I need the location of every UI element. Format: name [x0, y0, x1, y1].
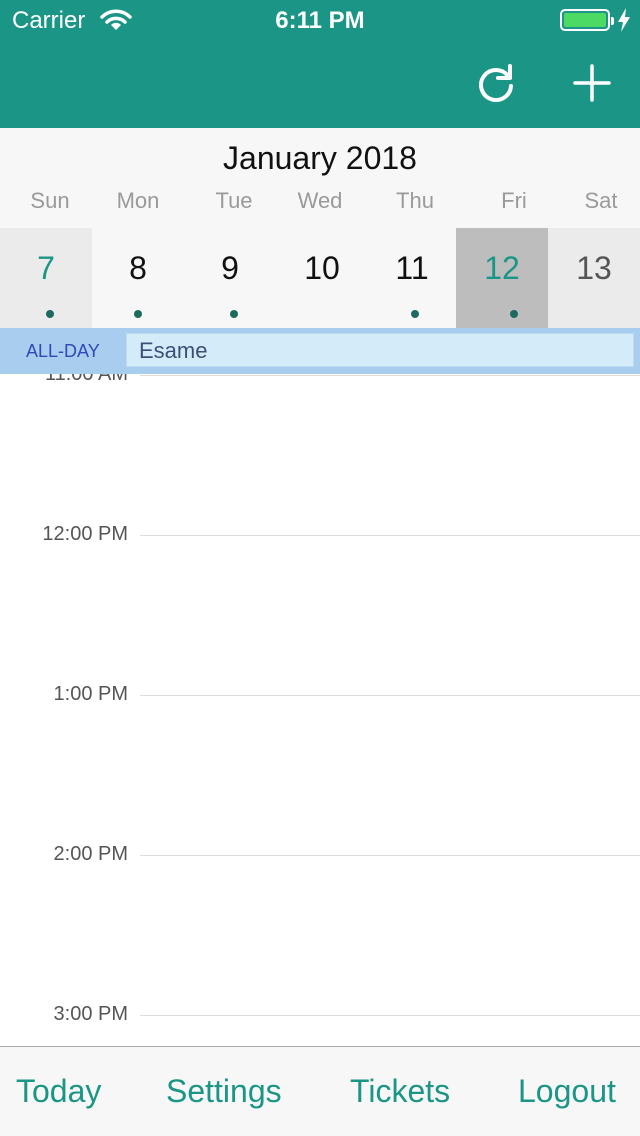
hour-divider — [140, 375, 640, 376]
month-title: January 2018 — [223, 140, 417, 176]
weekday-wed: Wed — [297, 188, 343, 213]
day-cell[interactable]: 12 — [456, 228, 548, 328]
event-dot-indicator — [230, 310, 238, 318]
day-number: 11 — [395, 250, 429, 286]
hour-label: 2:00 PM — [53, 843, 128, 865]
event-dot-indicator — [46, 310, 54, 318]
day-number: 12 — [484, 250, 520, 286]
day-number: 9 — [221, 250, 239, 286]
hour-label: 3:00 PM — [53, 1003, 128, 1025]
hour-divider — [140, 535, 640, 536]
day-number: 8 — [129, 250, 147, 286]
weekday-header: Sun Mon Tue Wed Thu Fri Sat — [0, 188, 640, 220]
day-number: 7 — [37, 250, 55, 286]
all-day-event[interactable]: Esame — [126, 333, 634, 367]
day-timeline[interactable]: 11:00 AM 12:00 PM 1:00 PM 2:00 PM 3:00 PM — [0, 374, 640, 1046]
day-row: 7 8 9 10 11 12 13 — [0, 228, 640, 328]
event-dot-indicator — [510, 310, 518, 318]
hour-divider — [140, 1015, 640, 1016]
event-dot-indicator — [411, 310, 419, 318]
tab-settings[interactable]: Settings — [166, 1073, 282, 1110]
charging-bolt-icon — [617, 8, 631, 37]
refresh-icon — [479, 64, 513, 103]
day-cell[interactable]: 10 — [276, 228, 368, 328]
weekday-mon: Mon — [116, 188, 160, 213]
status-time: 6:11 PM — [275, 7, 365, 34]
day-number: 13 — [576, 250, 612, 286]
status-bar: Carrier 6:11 PM — [0, 0, 640, 40]
day-cell[interactable]: 9 — [184, 228, 276, 328]
add-event-button[interactable] — [566, 58, 618, 110]
all-day-bar: ALL-DAY Esame — [0, 328, 640, 374]
hour-divider — [140, 695, 640, 696]
tab-today[interactable]: Today — [16, 1073, 101, 1110]
nav-header: Carrier 6:11 PM — [0, 0, 640, 128]
day-cell[interactable]: 8 — [92, 228, 184, 328]
event-dot-indicator — [134, 310, 142, 318]
refresh-button[interactable] — [470, 58, 522, 110]
battery-icon — [560, 9, 614, 31]
hour-divider — [140, 855, 640, 856]
weekday-tue: Tue — [215, 188, 253, 213]
plus-icon — [573, 64, 611, 102]
tab-tickets[interactable]: Tickets — [350, 1073, 450, 1110]
weekday-sat: Sat — [584, 188, 618, 213]
weekday-sun: Sun — [30, 188, 70, 213]
tab-logout[interactable]: Logout — [518, 1073, 616, 1110]
hour-label: 12:00 PM — [42, 523, 128, 545]
hour-label: 1:00 PM — [53, 683, 128, 705]
weekday-thu: Thu — [396, 188, 434, 213]
day-cell[interactable]: 13 — [548, 228, 640, 328]
weekday-fri: Fri — [501, 188, 527, 213]
tab-bar: Today Settings Tickets Logout — [0, 1046, 640, 1136]
event-title: Esame — [139, 338, 208, 363]
all-day-label: ALL-DAY — [26, 341, 100, 361]
day-number: 10 — [304, 250, 340, 286]
day-cell[interactable]: 7 — [0, 228, 92, 328]
hour-label: 11:00 AM — [44, 374, 128, 385]
day-cell[interactable]: 11 — [368, 228, 456, 328]
